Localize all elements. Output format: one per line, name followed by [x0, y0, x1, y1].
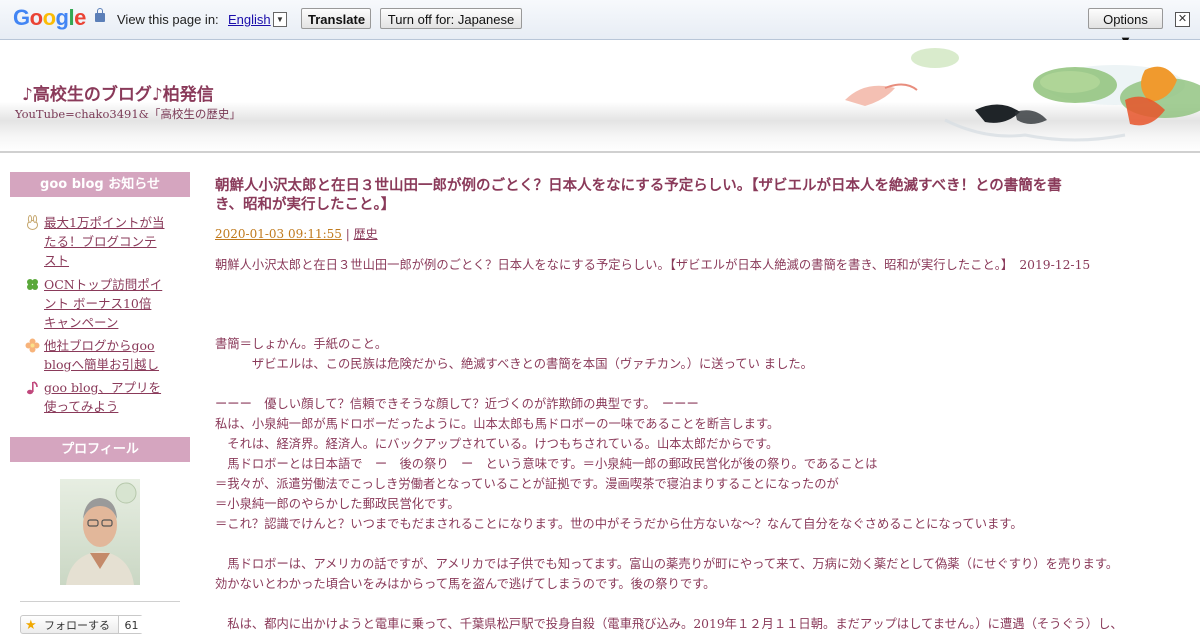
sidebar-notice-link: goo blog、アプリを 使ってみよう — [44, 380, 162, 414]
lock-icon — [95, 8, 105, 22]
post-meta: 2020-01-03 09:11:55 | 歴史 — [215, 225, 378, 242]
post-text-line: 効かないとわかった頃合いをみはからって馬を盗んで逃げてしまうのです。後の祭りです… — [215, 577, 716, 591]
blog-description: YouTube=chako3491&「高校生の歴史」 — [15, 107, 241, 121]
follow-label: フォローする — [44, 619, 110, 632]
language-link[interactable]: English — [228, 12, 271, 27]
music-note-icon — [27, 381, 38, 395]
post-text-line: ＝我々が、派遣労働法でこっしき労働者となっていることが証拠です。漫画喫茶で寝泊ま… — [215, 477, 839, 491]
post-text-line: ＝小泉純一郎のやらかした郵政民営化です。 — [215, 497, 460, 511]
post-text-line: ザビエルは、この民族は危険だから、絶滅すべきとの書簡を本国（ヴァチカン。）に送っ… — [215, 357, 813, 371]
sidebar-heading-notice: goo blog お知らせ — [10, 172, 190, 197]
post-title[interactable]: 朝鮮人小沢太郎と在日３世山田一郎が例のごとく？日本人をなにする予定らしい。【ザビ… — [215, 177, 1165, 215]
clover-icon — [27, 279, 38, 290]
sidebar-heading-profile: プロフィール — [10, 437, 190, 462]
follower-count: 61 — [118, 616, 144, 633]
language-dropdown-icon[interactable]: ▼ — [273, 12, 287, 27]
profile-avatar[interactable] — [60, 479, 140, 585]
blog-title[interactable]: ♪高校生のブログ♪柏発信 — [22, 80, 214, 105]
sidebar-divider — [20, 601, 180, 602]
close-icon[interactable]: ✕ — [1175, 12, 1190, 27]
header-divider — [0, 151, 1200, 153]
sidebar-notice-link: 他社ブログからgoo blogへ簡単お引越し — [44, 338, 160, 372]
sidebar-notice-link: OCNトップ訪問ポイ ント ボーナス10倍 キャンペーン — [44, 277, 163, 330]
blog-header: ♪高校生のブログ♪柏発信 YouTube=chako3491&「高校生の歴史」 — [0, 40, 1200, 153]
post-text-line: 書簡＝しょかん。手紙のこと。 — [215, 337, 388, 351]
post-text-line: ーーー 優しい顔して？信頼できそうな顔して？近づくのが詐欺師の典型です。 ーーー — [215, 397, 699, 411]
turn-off-button[interactable]: Turn off for: Japanese — [380, 8, 522, 29]
google-logo: Google — [13, 5, 86, 30]
post-text-line: 朝鮮人小沢太郎と在日３世山田一郎が例のごとく？日本人をなにする予定らしい。【ザビ… — [215, 258, 1091, 272]
profile-photo — [66, 482, 137, 585]
post-text-line: それは、経済界。経済人。にバックアップされている。けつもちされている。山本太郎だ… — [215, 437, 779, 451]
follow-button[interactable]: ★ フォローする 61 — [20, 615, 144, 634]
post-text-line: 私は、都内に出かけようと電車に乗って、千葉県松戸駅で投身自殺（電車飛び込み。20… — [215, 617, 1123, 631]
flower-icon — [25, 338, 40, 353]
post-category-link[interactable]: 歴史 — [354, 227, 378, 241]
meta-separator: | — [341, 227, 354, 241]
post-date-link[interactable]: 2020-01-03 09:11:55 — [215, 227, 342, 241]
translate-button[interactable]: Translate — [301, 8, 371, 29]
post-text-line: 馬ドロボーとは日本語で ー 後の祭り ー という意味です。＝小泉純一郎の郵政民営… — [215, 457, 878, 471]
post-text-line: ＝これ？認識でけんと？いつまでもだまされることになります。世の中がそうだから仕方… — [215, 517, 1023, 531]
goldfish-header-image — [845, 48, 1200, 142]
star-icon: ★ — [25, 618, 37, 633]
rabbit-icon — [27, 215, 38, 230]
post-text-line: 馬ドロボーは、アメリカの話ですが、アメリカでは子供でも知ってます。富山の薬売りが… — [215, 557, 1119, 571]
google-translate-bar: Google View this page in: English ▼ Tran… — [0, 0, 1200, 48]
translate-prompt: View this page in: — [117, 12, 219, 27]
sidebar-notice-link: 最大1万ポイントが当 たる！ブログコンテ スト — [44, 215, 165, 268]
options-button[interactable]: Options ▼ — [1088, 8, 1163, 48]
post-text-line: 私は、小泉純一郎が馬ドロボーだったように。山本太郎も馬ドロボーの一味であることを… — [215, 417, 780, 431]
